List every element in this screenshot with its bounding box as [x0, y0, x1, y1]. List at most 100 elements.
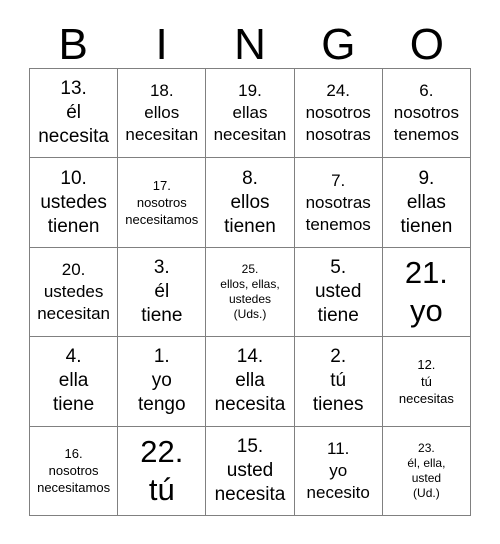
bingo-cell-text: ellos, ellas,	[220, 276, 280, 291]
bingo-cell-number: 7.	[331, 170, 346, 190]
bingo-cell-number: 14.	[236, 346, 264, 368]
bingo-cell-text: nosotras	[305, 125, 371, 145]
bingo-card: BINGO 13. él necesita 18. ellos necesitan 19. e…	[0, 0, 500, 544]
bingo-cell-text: ustedes	[40, 191, 107, 213]
bingo-cell-text: (Ud.)	[413, 485, 440, 500]
bingo-cell-22[interactable]: 22. tú	[118, 426, 207, 516]
bingo-cell-text: necesitan	[213, 125, 287, 145]
bingo-cell-text: tienes	[312, 394, 364, 416]
bingo-cell-text: necesitas	[398, 390, 454, 406]
bingo-cell-17[interactable]: 17. nosotros necesitamos	[118, 158, 207, 248]
bingo-cell-text: nosotros	[48, 463, 99, 479]
bingo-cell-23[interactable]: 23. él, ella, usted (Ud.)	[382, 426, 471, 516]
bingo-cell-number: 21.	[404, 254, 448, 290]
bingo-cell-text: nosotros	[393, 103, 459, 123]
bingo-cell-text: usted	[411, 470, 442, 485]
bingo-cell-text: necesitan	[37, 303, 110, 323]
bingo-cell-text: usted	[226, 459, 274, 481]
bingo-cell-text: nosotros	[136, 195, 187, 211]
bingo-cell-15[interactable]: 15. usted necesita	[206, 426, 295, 516]
bingo-cell-18[interactable]: 18. ellos necesitan	[118, 69, 207, 159]
bingo-cell-number: 9.	[418, 167, 435, 189]
bingo-cell-number: 3.	[153, 256, 170, 278]
bingo-cell-text: yo	[151, 370, 172, 392]
bingo-cell-number: 5.	[330, 256, 347, 278]
bingo-cell-text: él	[154, 280, 170, 302]
bingo-cell-2[interactable]: 2. tú tienes	[294, 337, 383, 427]
bingo-cell-text: nosotros	[305, 103, 371, 123]
bingo-cell-text: necesitamos	[125, 212, 199, 228]
bingo-cell-number: 12.	[417, 356, 436, 372]
bingo-cell-24[interactable]: 24. nosotros nosotras	[294, 69, 383, 159]
bingo-header-letter-n: N	[234, 20, 266, 69]
bingo-cell-text: tienen	[400, 215, 453, 237]
bingo-cell-text: tengo	[138, 394, 186, 416]
bingo-cell-1[interactable]: 1. yo tengo	[118, 337, 207, 427]
bingo-cell-number: 2.	[330, 346, 347, 368]
bingo-cell-10[interactable]: 10. ustedes tienen	[30, 158, 119, 248]
bingo-cell-text: ellas	[232, 103, 268, 123]
bingo-cell-text: ella	[235, 370, 265, 392]
bingo-cell-text: necesita	[214, 483, 286, 505]
bingo-cell-text: necesito	[306, 482, 370, 502]
bingo-cell-text: nosotras	[305, 192, 371, 212]
bingo-cell-6[interactable]: 6. nosotros tenemos	[382, 69, 471, 159]
bingo-cell-text: necesita	[38, 126, 109, 148]
bingo-cell-21[interactable]: 21. yo	[382, 247, 471, 338]
bingo-header-row: BINGO	[29, 12, 471, 68]
bingo-cell-text: ellos	[230, 191, 270, 213]
bingo-cell-text: él	[66, 102, 81, 124]
bingo-cell-3[interactable]: 3. él tiene	[118, 247, 207, 338]
bingo-cell-text: tú	[420, 373, 432, 389]
bingo-cell-number: 10.	[60, 167, 87, 189]
bingo-cell-text: tú	[330, 370, 347, 392]
bingo-cell-number: 18.	[149, 81, 174, 101]
bingo-cell-text: ellas	[406, 191, 446, 213]
bingo-cell-text: necesitan	[125, 125, 199, 145]
bingo-cell-12[interactable]: 12. tú necesitas	[382, 337, 471, 427]
bingo-cell-text: ustedes	[43, 281, 104, 301]
bingo-cell-text: tenemos	[305, 214, 371, 234]
bingo-cell-text: tiene	[317, 304, 359, 326]
bingo-cell-text: tienen	[47, 215, 100, 237]
bingo-cell-number: 4.	[65, 346, 82, 368]
bingo-cell-text: tenemos	[393, 125, 459, 145]
bingo-cell-text: tú	[148, 471, 175, 507]
bingo-cell-7[interactable]: 7. nosotras tenemos	[294, 158, 383, 248]
bingo-cell-text: yo	[329, 460, 348, 480]
bingo-cell-5[interactable]: 5. usted tiene	[294, 247, 383, 338]
bingo-cell-11[interactable]: 11. yo necesito	[294, 426, 383, 516]
bingo-cell-text: tiene	[52, 394, 95, 416]
bingo-cell-14[interactable]: 14. ella necesita	[206, 337, 295, 427]
bingo-cell-number: 6.	[419, 81, 434, 101]
bingo-cell-16[interactable]: 16. nosotros necesitamos	[30, 426, 119, 516]
bingo-cell-number: 8.	[242, 167, 258, 189]
bingo-cell-text: ustedes	[228, 291, 271, 306]
bingo-cell-9[interactable]: 9. ellas tienen	[382, 158, 471, 248]
bingo-cell-number: 20.	[61, 259, 86, 279]
bingo-cell-text: (Uds.)	[233, 306, 267, 321]
bingo-cell-4[interactable]: 4. ella tiene	[30, 337, 119, 427]
bingo-cell-number: 13.	[60, 78, 87, 100]
bingo-cell-13[interactable]: 13. él necesita	[30, 69, 119, 159]
bingo-cell-text: yo	[410, 292, 443, 328]
bingo-header-letter-i: I	[155, 20, 168, 69]
bingo-header-letter-b: B	[58, 20, 88, 69]
bingo-cell-number: 25.	[241, 261, 259, 276]
bingo-cell-text: él, ella,	[407, 455, 446, 470]
bingo-cell-text: necesitamos	[37, 480, 111, 496]
bingo-cell-number: 15.	[236, 435, 264, 457]
bingo-cell-number: 17.	[152, 178, 171, 194]
bingo-cell-number: 19.	[238, 81, 262, 101]
bingo-cell-number: 11.	[327, 438, 350, 458]
bingo-cell-text: usted	[314, 280, 362, 302]
bingo-cell-19[interactable]: 19. ellas necesitan	[206, 69, 295, 159]
bingo-header-letter-g: G	[321, 20, 356, 69]
bingo-cell-8[interactable]: 8. ellos tienen	[206, 158, 295, 248]
bingo-cell-20[interactable]: 20. ustedes necesitan	[30, 247, 119, 338]
bingo-cell-text: tienen	[224, 215, 276, 237]
bingo-cell-number: 24.	[326, 81, 351, 101]
bingo-header-letter-o: O	[409, 20, 444, 69]
bingo-cell-25[interactable]: 25. ellos, ellas, ustedes (Uds.)	[206, 247, 295, 338]
bingo-grid: 13. él necesita 18. ellos necesitan 19. ellas ne…	[29, 68, 471, 516]
